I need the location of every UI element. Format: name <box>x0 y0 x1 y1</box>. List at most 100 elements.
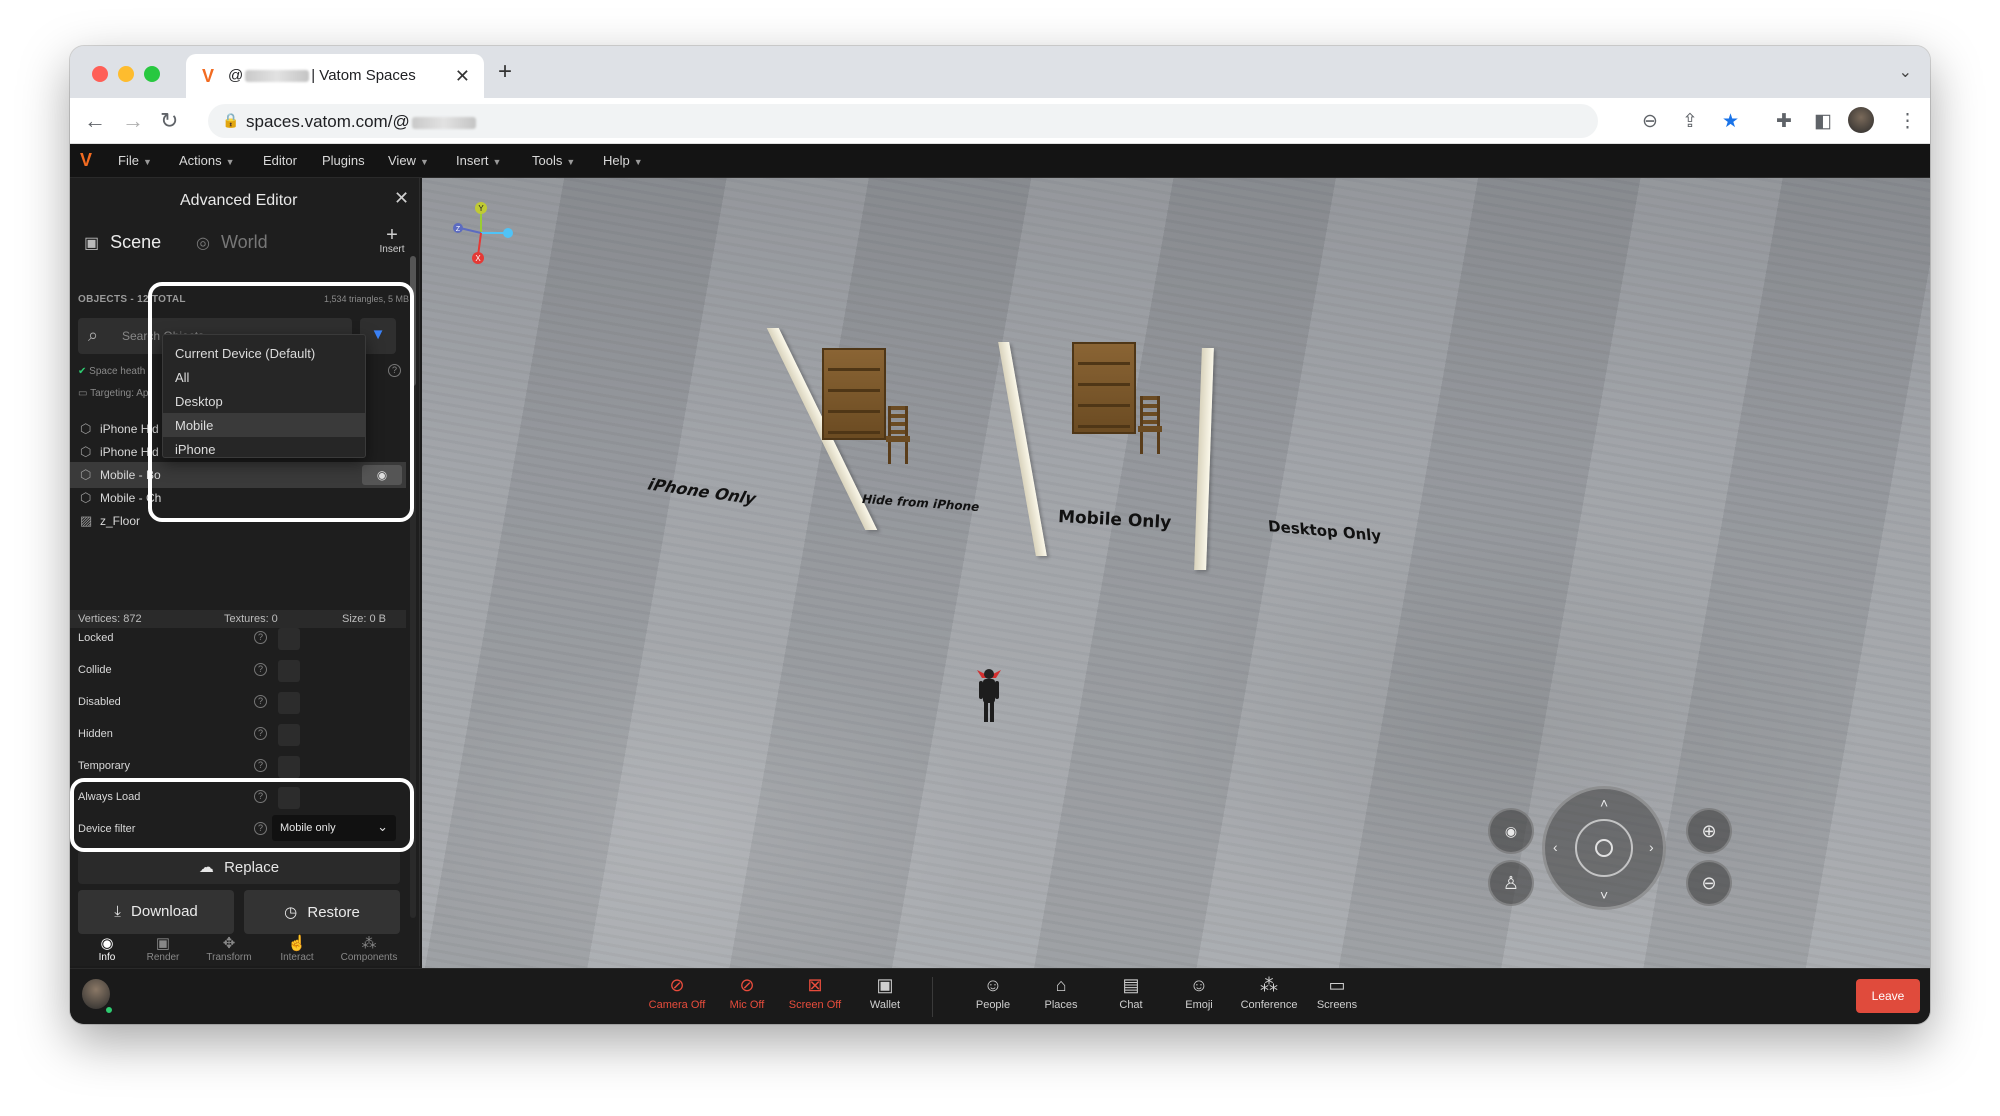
new-tab-icon[interactable]: + <box>498 58 512 86</box>
arrow-right-icon[interactable]: › <box>1649 839 1654 855</box>
3d-viewport[interactable]: Y Z X iPhone Only Hide from iPhone Mobil… <box>422 178 1930 968</box>
reload-icon[interactable]: ↻ <box>160 108 178 134</box>
avatar-control-icon[interactable]: ♙ <box>1488 860 1534 906</box>
arrow-left-icon[interactable]: ‹ <box>1553 839 1558 855</box>
camera-off-button[interactable]: ⊘ Camera Off <box>642 975 712 1011</box>
cube-icon: ⬡ <box>80 421 92 436</box>
tab-interact[interactable]: ☝ Interact <box>264 934 330 963</box>
movement-joystick[interactable]: ˄ ˅ ‹ › <box>1542 786 1666 910</box>
camera-off-icon: ⊘ <box>669 975 685 995</box>
tab-search-chevron-icon[interactable]: ⌄ <box>1899 62 1912 82</box>
divider <box>932 977 933 1017</box>
cube-icon: ⬡ <box>80 490 92 505</box>
wall-hide-from-iphone[interactable] <box>998 342 1047 556</box>
vatom-logo-icon[interactable]: V <box>80 150 92 171</box>
bookshelf-model[interactable] <box>822 348 886 440</box>
menu-file[interactable]: File ▼ <box>118 153 152 168</box>
joystick-center[interactable] <box>1595 839 1613 857</box>
zoom-icon[interactable]: ⊖ <box>1642 110 1658 133</box>
gizmo-x-label: X <box>475 254 481 263</box>
download-button[interactable]: ⤓ Download <box>78 890 234 934</box>
tab-scene[interactable]: ▣ Scene <box>84 232 161 253</box>
close-tab-icon[interactable]: ✕ <box>455 66 470 87</box>
share-icon[interactable]: ⇪ <box>1682 110 1698 133</box>
prop-collide: Collide ? <box>78 660 330 682</box>
disabled-toggle[interactable] <box>278 692 300 714</box>
minimize-window-button[interactable] <box>118 66 134 82</box>
leave-button[interactable]: Leave <box>1856 979 1920 1013</box>
menu-insert[interactable]: Insert ▼ <box>456 153 501 168</box>
wallet-button[interactable]: ▣ Wallet <box>850 975 920 1011</box>
bookshelf-model[interactable] <box>1072 342 1136 434</box>
insert-button[interactable]: + Insert <box>372 224 412 255</box>
hidden-toggle[interactable] <box>278 724 300 746</box>
device-icon: ▭ <box>78 388 88 399</box>
browser-tab[interactable]: V @ | Vatom Spaces ✕ <box>186 54 484 98</box>
maximize-window-button[interactable] <box>144 66 160 82</box>
wall-mobile-only[interactable] <box>1194 348 1214 570</box>
help-icon[interactable]: ? <box>254 727 267 740</box>
conference-icon: ⁂ <box>1260 975 1278 995</box>
download-icon: ⤓ <box>114 903 121 920</box>
help-icon[interactable]: ? <box>254 695 267 708</box>
panel-title: Advanced Editor <box>180 192 298 209</box>
temporary-toggle[interactable] <box>278 756 300 778</box>
help-icon[interactable]: ? <box>254 631 267 644</box>
tab-title: @ | Vatom Spaces <box>228 67 416 84</box>
replace-button[interactable]: ☁ Replace <box>78 850 400 884</box>
extensions-icon[interactable]: ✚ <box>1776 110 1792 133</box>
close-panel-icon[interactable]: ✕ <box>394 188 409 209</box>
help-icon[interactable]: ? <box>254 663 267 676</box>
collide-toggle[interactable] <box>278 660 300 682</box>
mic-off-button[interactable]: ⊘ Mic Off <box>712 975 782 1011</box>
arrow-up-icon[interactable]: ˄ <box>1600 795 1608 811</box>
vatom-app: V File ▼ Actions ▼ Editor Plugins View ▼ In… <box>70 144 1930 1024</box>
menu-actions[interactable]: Actions ▼ <box>179 153 235 168</box>
user-avatar-figure[interactable] <box>974 664 1004 726</box>
close-window-button[interactable] <box>92 66 108 82</box>
floor-label-mobile-only: Mobile Only <box>1057 507 1172 533</box>
axis-gizmo-icon[interactable]: Y Z X <box>446 198 516 268</box>
menu-tools[interactable]: Tools ▼ <box>532 153 575 168</box>
zoom-out-icon[interactable]: ⊖ <box>1686 860 1732 906</box>
menu-view[interactable]: View ▼ <box>388 153 429 168</box>
menu-plugins[interactable]: Plugins <box>322 153 365 168</box>
browser-menu-icon[interactable]: ⋮ <box>1898 110 1917 133</box>
prop-hidden: Hidden ? <box>78 724 330 746</box>
help-icon[interactable]: ? <box>254 759 267 772</box>
forward-icon[interactable]: → <box>122 108 144 134</box>
tab-world[interactable]: ◎ World <box>196 232 268 253</box>
screen-off-button[interactable]: ⊠ Screen Off <box>780 975 850 1011</box>
targeting-text: ▭ Targeting: Ap <box>78 388 149 399</box>
components-icon: ⁂ <box>361 935 377 952</box>
arrow-down-icon[interactable]: ˅ <box>1600 887 1608 903</box>
screens-button[interactable]: ▭ Screens <box>1302 975 1372 1011</box>
chat-button[interactable]: ▤ Chat <box>1096 975 1166 1011</box>
profile-avatar[interactable] <box>1848 107 1874 133</box>
tab-render[interactable]: ▣ Render <box>130 934 196 963</box>
address-bar[interactable]: 🔒 spaces.vatom.com/@ <box>208 104 1598 138</box>
tab-transform[interactable]: ✥ Transform <box>196 934 262 963</box>
tab-components[interactable]: ⁂ Components <box>336 934 402 963</box>
menu-help[interactable]: Help ▼ <box>603 153 643 168</box>
zoom-in-icon[interactable]: ⊕ <box>1686 808 1732 854</box>
conference-button[interactable]: ⁂ Conference <box>1234 975 1304 1011</box>
chair-model[interactable] <box>886 406 910 464</box>
emoji-icon: ☺ <box>1189 975 1209 995</box>
people-button[interactable]: ☺ People <box>958 975 1028 1011</box>
reset-view-icon[interactable]: ◉ <box>1488 808 1534 854</box>
menu-editor[interactable]: Editor <box>263 153 297 168</box>
side-panel-icon[interactable]: ◧ <box>1814 110 1832 133</box>
bookmark-star-icon[interactable]: ★ <box>1722 110 1739 133</box>
restore-button[interactable]: ◷ Restore <box>244 890 400 934</box>
chair-model[interactable] <box>1138 396 1162 454</box>
avatar[interactable] <box>82 979 110 1009</box>
places-button[interactable]: ⌂ Places <box>1026 975 1096 1011</box>
emoji-button[interactable]: ☺ Emoji <box>1164 975 1234 1011</box>
advanced-editor-panel: Advanced Editor ✕ ▣ Scene ◎ World + Inse… <box>70 178 420 966</box>
highlight-device-filter-box <box>70 778 414 852</box>
prop-disabled: Disabled ? <box>78 692 330 714</box>
plus-icon: + <box>386 224 398 246</box>
back-icon[interactable]: ← <box>84 108 106 134</box>
locked-toggle[interactable] <box>278 628 300 650</box>
